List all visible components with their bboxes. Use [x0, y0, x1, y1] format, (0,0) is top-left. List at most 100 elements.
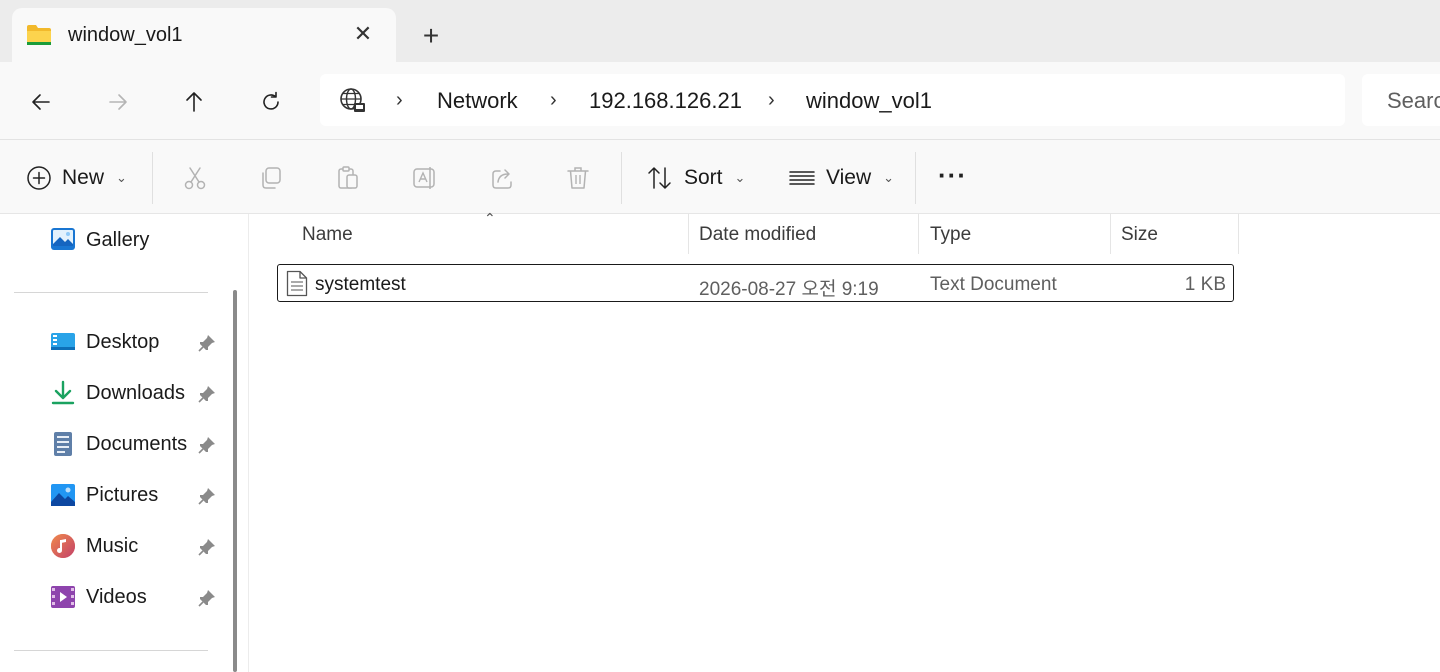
arrow-right-icon: [109, 94, 127, 110]
pin-icon[interactable]: [198, 436, 216, 454]
column-resize-handle[interactable]: [918, 214, 919, 254]
sort-label: Sort: [684, 166, 723, 189]
address-bar[interactable]: › Network › 192.168.126.21 › window_vol1: [320, 74, 1345, 126]
sidebar-item-label: Desktop: [86, 330, 160, 353]
plus-circle-icon: [27, 166, 51, 190]
search-placeholder: Search: [1387, 88, 1440, 113]
sidebar-item-label: Downloads: [86, 381, 185, 404]
paste-button[interactable]: [330, 160, 366, 196]
sidebar-divider: [14, 650, 208, 651]
folder-icon: [27, 25, 51, 45]
file-type: Text Document: [930, 274, 1057, 295]
pin-icon[interactable]: [198, 538, 216, 556]
sidebar-item-label: Documents: [86, 432, 188, 455]
chevron-down-icon: ⌄: [116, 170, 127, 185]
breadcrumb-separator[interactable]: ›: [768, 89, 775, 112]
sidebar-divider: [14, 292, 208, 293]
copy-icon: [262, 167, 281, 189]
sidebar-item-label: Pictures: [86, 483, 159, 506]
view-label: View: [826, 166, 872, 189]
toolbar-divider: [915, 152, 916, 204]
downloads-icon: [51, 380, 75, 405]
command-bar: New ⌄ Sort ⌄ View ⌄ ···: [0, 140, 1440, 214]
sidebar-item-desktop[interactable]: Desktop: [50, 324, 159, 360]
column-resize-handle[interactable]: [1238, 214, 1239, 254]
videos-icon: [51, 586, 75, 608]
copy-button[interactable]: [253, 160, 289, 196]
pin-icon[interactable]: [198, 487, 216, 505]
scissors-icon: [184, 167, 206, 190]
tab-title: window_vol1: [68, 24, 183, 46]
forward-button[interactable]: [98, 82, 138, 122]
gallery-icon: [51, 228, 75, 250]
pin-icon[interactable]: [198, 589, 216, 607]
table-row[interactable]: systemtest 2026-08-27 오전 9:19 Text Docum…: [277, 264, 1234, 302]
file-size: 1 KB: [1184, 274, 1226, 295]
file-name: systemtest: [315, 274, 406, 295]
cut-button[interactable]: [177, 160, 213, 196]
refresh-icon: [263, 91, 279, 110]
breadcrumb-separator: ›: [396, 89, 403, 111]
toolbar-divider: [621, 152, 622, 204]
search-input[interactable]: Search: [1362, 74, 1440, 126]
breadcrumb-separator[interactable]: ›: [550, 89, 557, 112]
trash-icon: [567, 167, 589, 189]
sidebar-item-music[interactable]: Music: [50, 528, 138, 564]
sidebar-item-documents[interactable]: Documents: [50, 426, 187, 462]
share-button[interactable]: [485, 160, 521, 196]
toolbar-divider: [152, 152, 153, 204]
clipboard-icon: [338, 166, 358, 189]
new-label: New: [62, 166, 105, 189]
sidebar-item-pictures[interactable]: Pictures: [50, 477, 158, 513]
title-bar: window_vol1 ✕ +: [0, 0, 1440, 62]
new-tab-button[interactable]: +: [414, 20, 448, 54]
tab-window-vol1[interactable]: window_vol1 ✕: [12, 8, 396, 62]
sidebar-item-label: Videos: [86, 585, 147, 608]
column-resize-handle[interactable]: [688, 214, 689, 254]
sort-button[interactable]: Sort ⌄: [646, 158, 745, 198]
sidebar-item-label: Music: [86, 534, 139, 557]
up-button[interactable]: [174, 82, 214, 122]
sidebar-item-downloads[interactable]: Downloads: [50, 375, 185, 411]
breadcrumb-window-vol1[interactable]: window_vol1: [806, 88, 932, 114]
sidebar-item-gallery[interactable]: Gallery: [50, 222, 149, 258]
navigation-bar: › Network › 192.168.126.21 › window_vol1…: [0, 62, 1440, 140]
column-type[interactable]: Type: [930, 224, 971, 246]
close-tab-icon[interactable]: ✕: [349, 20, 377, 48]
back-button[interactable]: [21, 82, 61, 122]
sort-arrows-icon: [648, 167, 671, 189]
new-button[interactable]: New ⌄: [26, 158, 127, 198]
more-options-icon[interactable]: ···: [938, 160, 967, 190]
pin-icon[interactable]: [198, 385, 216, 403]
rename-icon: [413, 167, 435, 189]
view-list-icon: [789, 171, 815, 185]
breadcrumb-ip-address[interactable]: 192.168.126.21: [589, 88, 742, 114]
rename-button[interactable]: [407, 160, 443, 196]
documents-icon: [54, 432, 72, 456]
chevron-down-icon: ⌄: [883, 170, 895, 185]
pictures-icon: [51, 484, 75, 506]
column-name[interactable]: Name: [302, 224, 353, 246]
column-resize-handle[interactable]: [1110, 214, 1111, 254]
refresh-button[interactable]: [251, 82, 291, 122]
sidebar-item-label: Gallery: [86, 228, 150, 251]
share-icon: [492, 169, 512, 189]
sidebar-scrollbar[interactable]: [233, 290, 237, 672]
delete-button[interactable]: [560, 160, 596, 196]
view-button[interactable]: View ⌄: [788, 158, 894, 198]
text-document-icon: [286, 270, 308, 297]
sidebar-item-videos[interactable]: Videos: [50, 579, 147, 615]
chevron-down-icon: ⌄: [734, 170, 746, 185]
arrow-left-icon: [32, 94, 50, 110]
network-globe-icon: [340, 88, 365, 112]
file-date-modified: 2026-08-27 오전 9:19: [699, 279, 879, 300]
arrow-up-icon: [186, 92, 202, 112]
music-icon: [51, 534, 75, 558]
desktop-icon: [51, 333, 75, 350]
breadcrumb-network[interactable]: Network: [437, 88, 518, 114]
pin-icon[interactable]: [198, 334, 216, 352]
column-date-modified[interactable]: Date modified: [699, 224, 816, 246]
file-list-header: Name Date modified Type Size: [250, 214, 1440, 256]
navigation-pane: Gallery Desktop Downloads Documents Pict…: [0, 214, 232, 672]
column-size[interactable]: Size: [1121, 224, 1158, 246]
